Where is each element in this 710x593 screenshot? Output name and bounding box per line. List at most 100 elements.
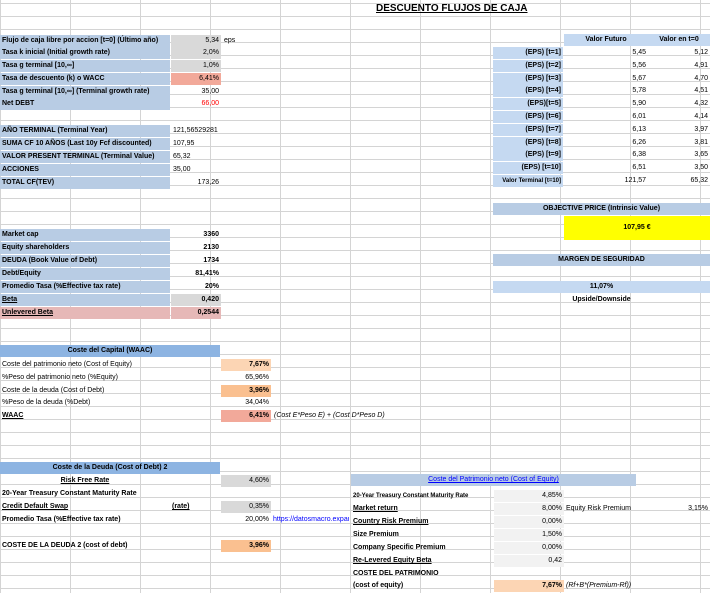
eps-row-label: Valor Terminal [t=10] <box>493 175 563 187</box>
eps-present-value[interactable]: 3,97 <box>648 124 710 136</box>
k-label: Tasa k inicial (Initial growth rate) <box>0 47 170 59</box>
eps-future-value[interactable]: 6,13 <box>564 124 648 136</box>
market-row-value[interactable]: 2130 <box>171 242 221 254</box>
equity-total-cell[interactable]: 7,67% <box>494 580 564 592</box>
market-row-value[interactable]: 1734 <box>171 255 221 267</box>
market-row-value[interactable]: 20% <box>171 281 221 293</box>
objective-price-cell[interactable]: 107,95 € <box>564 216 710 240</box>
equity-cost-header: Coste del Patrimonio neto (Cost of Equit… <box>351 474 636 486</box>
tax-link[interactable]: https://datosmacro.expansion.com <box>271 514 349 526</box>
equity-row-label: Company Specific Premium <box>353 544 446 551</box>
debt-label: Net DEBT <box>0 98 170 110</box>
market-row-value[interactable]: 81,41% <box>171 268 221 280</box>
equity-row-label: 20-Year Treasury Constant Maturity Rate <box>353 493 469 499</box>
eps-present-value[interactable]: 4,91 <box>648 60 710 72</box>
equity-row-label: Country Risk Premium <box>353 518 429 525</box>
equity-row-value[interactable]: 1,50% <box>494 529 564 541</box>
eps-row-label: (EPS) [t=1] <box>493 47 563 59</box>
sum-cf-cell[interactable]: 107,95 <box>171 138 221 150</box>
debt-total-cell[interactable]: 3,96% <box>221 540 271 552</box>
equity-row-label: Market return <box>353 505 398 512</box>
tax-label: Promedio Tasa (%Effective tax rate) <box>2 516 121 523</box>
k-cell[interactable]: 2,0% <box>171 47 221 59</box>
equity-row-value[interactable]: 4,85% <box>494 490 564 502</box>
eps-future-value[interactable]: 121,57 <box>564 175 648 187</box>
equity-total-label-2: (cost of equity) <box>353 582 404 589</box>
wacc-row-value[interactable]: 6,41% <box>221 410 271 423</box>
growth-cell[interactable]: 35,00 <box>171 86 221 98</box>
wacc-row-label: %Peso del patrimonio neto (%Equity) <box>2 373 118 381</box>
g-cell[interactable]: 1,0% <box>171 60 221 72</box>
eps-future-value[interactable]: 6,51 <box>564 162 648 174</box>
wacc-cell[interactable]: 6,41% <box>171 73 221 85</box>
eps-present-value[interactable]: 3,81 <box>648 137 710 149</box>
risk-free-label: Risk Free Rate <box>60 477 110 484</box>
wacc-row-value[interactable]: 34,04% <box>221 397 271 409</box>
eps-future-value[interactable]: 5,56 <box>564 60 648 72</box>
fcf-cell[interactable]: 5,34 <box>171 35 221 47</box>
terminal-year-cell[interactable]: 121,56529281 <box>171 125 223 137</box>
eps-future-value[interactable]: 5,45 <box>564 47 648 59</box>
wacc-row-value[interactable]: 7,67% <box>221 359 271 371</box>
equity-row-value[interactable]: 0,00% <box>494 516 564 528</box>
eps-row-label: (EPS) [t=3] <box>493 72 563 85</box>
terminal-value-cell[interactable]: 65,32 <box>171 151 221 163</box>
eps-future-value[interactable]: 6,01 <box>564 111 648 123</box>
eps-future-value[interactable]: 6,38 <box>564 149 648 161</box>
market-row-label: Promedio Tasa (%Effective tax rate) <box>0 281 170 293</box>
acciones-cell[interactable]: 35,00 <box>171 164 221 176</box>
wacc-row-value[interactable]: 65,96% <box>221 372 271 384</box>
eps-present-value[interactable]: 3,50 <box>648 162 710 174</box>
eps-future-value[interactable]: 5,90 <box>564 98 648 110</box>
cds-label: Credit Default Swap <box>2 503 69 510</box>
eps-row-label: (EPS) [t=4] <box>493 85 563 98</box>
eps-future-value[interactable]: 5,67 <box>564 73 648 85</box>
equity-formula: (Rf+B*(Premium-Rf)) <box>566 582 632 589</box>
total-cf-label: TOTAL CF(TEV) <box>0 177 170 189</box>
debt-cost-header: Coste de la Deuda (Cost of Debt) 2 <box>0 462 220 474</box>
wacc-header: Coste del Capital (WAAC) <box>0 345 220 357</box>
debt-cell[interactable]: 66,00 <box>171 98 221 110</box>
eps-row-label: (EPS)[t=5] <box>493 98 563 111</box>
fcf-label: Flujo de caja libre por accion [t=0] (Úl… <box>0 35 170 47</box>
cds-cell[interactable]: 0,35% <box>221 501 271 513</box>
eps-future-value[interactable]: 5,78 <box>564 85 648 97</box>
sum-cf-label: SUMA CF 10 AÑOS (Last 10y Fcf discounted… <box>0 138 170 150</box>
erp-cell[interactable]: 3,15% <box>655 503 710 515</box>
eps-present-value[interactable]: 65,32 <box>648 175 710 187</box>
eps-present-value[interactable]: 4,32 <box>648 98 710 110</box>
wacc-label: Tasa de descuento (k) o WACC <box>0 73 170 85</box>
equity-row-value[interactable]: 0,42 <box>494 555 564 567</box>
wacc-row-value[interactable]: 3,96% <box>221 384 271 397</box>
eps-present-value[interactable]: 4,70 <box>648 73 710 85</box>
market-row-value[interactable]: 0,2544 <box>171 307 221 319</box>
eps-row-label: (EPS) [t=9] <box>493 149 563 162</box>
eps-future-value[interactable]: 6,26 <box>564 137 648 149</box>
eps-present-value[interactable]: 4,51 <box>648 85 710 97</box>
margin-label: MARGEN DE SEGURIDAD <box>493 254 710 266</box>
g-label: Tasa g terminal [10,∞] <box>0 60 170 72</box>
equity-total-label-1: COSTE DEL PATRIMONIO <box>353 570 439 577</box>
market-row-value[interactable]: 0,420 <box>171 294 221 306</box>
erp-label: Equity Risk Premium <box>566 505 631 512</box>
equity-row-label: Re-Levered Equity Beta <box>353 557 432 564</box>
wacc-row-label: Coste de la deuda (Cost of Debt) <box>2 386 105 394</box>
margin-cell[interactable]: 11,07% <box>493 281 710 293</box>
eps-present-value[interactable]: 5,12 <box>648 47 710 59</box>
eps-row-label: (EPS) [t=6] <box>493 111 563 123</box>
wacc-formula: (Cost E*Peso E) + (Cost D*Peso D) <box>274 412 385 419</box>
total-cf-cell[interactable]: 173,26 <box>171 177 221 189</box>
eps-present-value[interactable]: 4,14 <box>648 111 710 123</box>
equity-row-value[interactable]: 8,00% <box>494 503 564 515</box>
eps-present-value[interactable]: 3,65 <box>648 149 710 161</box>
wacc-row-label: WAAC <box>2 412 24 420</box>
future-value-header: Valor Futuro <box>564 34 648 46</box>
tax-cell[interactable]: 20,00% <box>221 514 271 526</box>
equity-row-value[interactable]: 0,00% <box>494 542 564 554</box>
market-row-label: Equity shareholders <box>0 242 170 254</box>
present-value-header: Valor en t=0 <box>648 34 710 46</box>
market-row-value[interactable]: 3360 <box>171 229 221 241</box>
treasury-label: 20-Year Treasury Constant Maturity Rate <box>2 490 137 497</box>
fcf-unit: eps <box>224 37 236 44</box>
risk-free-cell[interactable]: 4,60% <box>221 475 271 487</box>
